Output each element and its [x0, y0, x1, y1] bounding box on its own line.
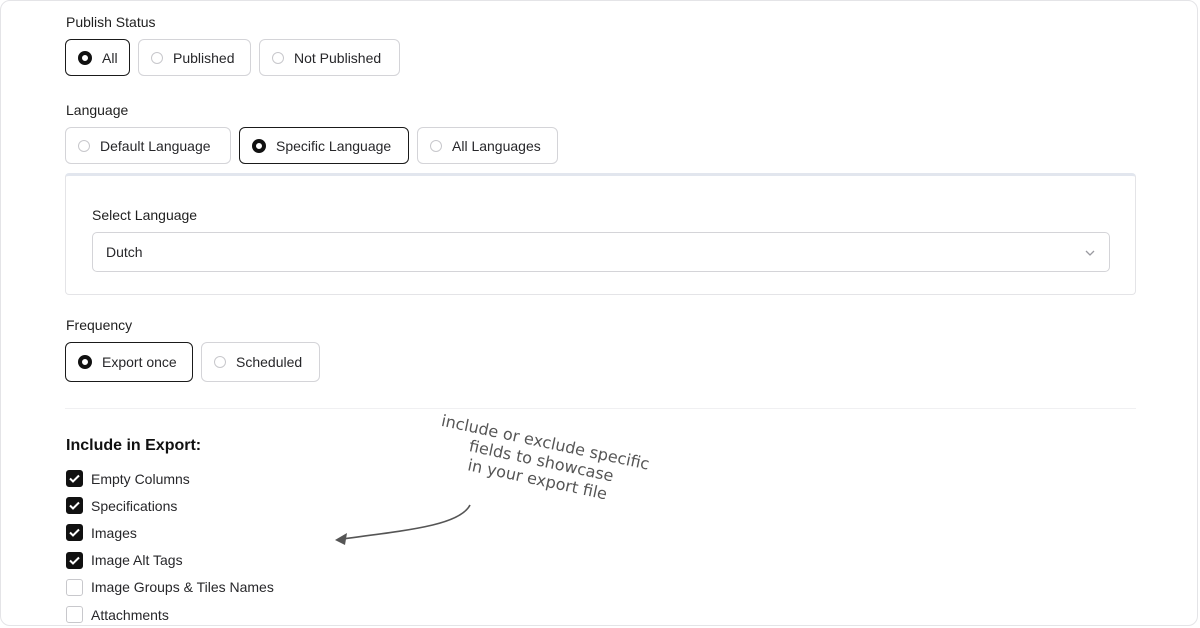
- include-image-alt-tags[interactable]: Image Alt Tags: [66, 547, 274, 574]
- divider: [65, 408, 1136, 409]
- checkbox-label: Images: [91, 524, 137, 541]
- checkbox-checked-icon[interactable]: [66, 470, 83, 488]
- checkbox-label: Image Alt Tags: [91, 552, 183, 569]
- language-group: Default Language Specific Language All L…: [65, 127, 558, 164]
- radio-selected-icon: [78, 355, 92, 369]
- checkbox-label: Attachments: [91, 606, 169, 623]
- include-attachments[interactable]: Attachments: [66, 601, 274, 628]
- language-select[interactable]: Dutch: [92, 232, 1110, 272]
- publish-status-label: Publish Status: [66, 14, 156, 30]
- radio-selected-icon: [78, 50, 92, 65]
- publish-status-all[interactable]: All: [65, 39, 130, 76]
- checkbox-label: Specifications: [91, 497, 178, 514]
- frequency-export-once[interactable]: Export once: [65, 342, 193, 382]
- checkbox-icon[interactable]: [66, 578, 83, 596]
- publish-status-group: All Published Not Published: [65, 39, 400, 76]
- checkbox-label: Empty Columns: [91, 470, 190, 487]
- radio-icon: [430, 139, 442, 152]
- radio-icon: [272, 51, 284, 64]
- include-specifications[interactable]: Specifications: [66, 492, 274, 519]
- language-panel: Select Language Dutch: [65, 173, 1136, 295]
- option-label: Specific Language: [276, 137, 392, 154]
- option-label: All: [102, 49, 118, 66]
- language-label: Language: [66, 102, 129, 118]
- language-default[interactable]: Default Language: [65, 127, 231, 164]
- chevron-down-icon: [1085, 250, 1095, 256]
- option-label: Published: [173, 49, 235, 66]
- frequency-scheduled[interactable]: Scheduled: [201, 342, 320, 382]
- checkbox-checked-icon[interactable]: [66, 551, 83, 569]
- language-all[interactable]: All Languages: [417, 127, 558, 164]
- radio-icon: [214, 356, 226, 368]
- publish-status-not-published[interactable]: Not Published: [259, 39, 400, 76]
- option-label: Scheduled: [236, 354, 303, 370]
- option-label: Not Published: [294, 49, 382, 66]
- radio-selected-icon: [252, 138, 266, 153]
- option-label: Export once: [102, 354, 177, 370]
- select-value: Dutch: [106, 244, 143, 260]
- radio-icon: [151, 51, 163, 64]
- include-images[interactable]: Images: [66, 519, 274, 546]
- checkbox-checked-icon[interactable]: [66, 497, 83, 515]
- annotation-arrow-icon: [335, 504, 471, 545]
- publish-status-published[interactable]: Published: [138, 39, 251, 76]
- language-specific[interactable]: Specific Language: [239, 127, 409, 164]
- include-empty-columns[interactable]: Empty Columns: [66, 465, 274, 492]
- checkbox-checked-icon[interactable]: [66, 524, 83, 542]
- include-image-groups[interactable]: Image Groups & Tiles Names: [66, 574, 274, 601]
- frequency-group: Export once Scheduled: [65, 342, 320, 382]
- checkbox-label: Image Groups & Tiles Names: [91, 579, 274, 596]
- include-list: Empty Columns Specifications Images Imag…: [66, 465, 274, 628]
- radio-icon: [78, 139, 90, 152]
- select-language-label: Select Language: [92, 207, 198, 223]
- frequency-label: Frequency: [66, 317, 133, 333]
- option-label: All Languages: [452, 137, 541, 154]
- include-title: Include in Export:: [66, 437, 202, 454]
- checkbox-icon[interactable]: [66, 606, 83, 624]
- option-label: Default Language: [100, 137, 211, 154]
